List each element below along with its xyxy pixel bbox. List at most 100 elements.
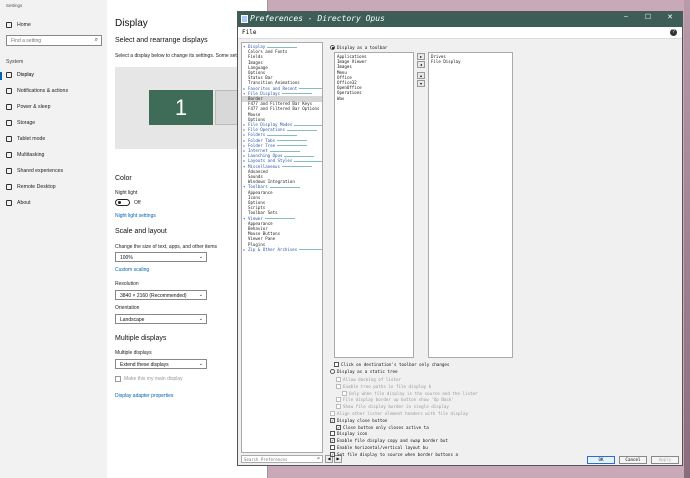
list-item[interactable]: Wav [337,96,344,101]
option-label: Close button only closes active ta [343,424,429,430]
night-light-settings-link[interactable]: Night light settings [115,213,156,219]
maximize-icon[interactable]: ☐ [638,13,658,21]
toolbar-radio[interactable] [330,45,335,50]
category-divider [264,218,295,220]
category-divider [294,124,322,126]
close-icon[interactable]: ✕ [660,13,680,21]
option-checkbox[interactable]: ✓ [330,417,335,423]
option-checkbox[interactable] [336,377,341,382]
dopus-titlebar: Preferences - Directory Opus – ☐ ✕ [238,12,682,27]
category-divider [267,134,298,136]
shared-icon [6,168,12,174]
chevron-down-icon: ⌄ [198,254,203,260]
settings-window-title: Settings [6,3,23,8]
chevron-down-icon: ⌄ [198,316,203,322]
minimize-icon[interactable]: – [616,13,636,20]
display-adapter-link[interactable]: Display adapter properties [115,393,173,399]
category-divider [294,160,322,162]
orientation-dropdown[interactable]: Landscape ⌄ [115,314,207,324]
option-label: Set file display to source when border b… [337,451,459,457]
category-divider [277,145,308,147]
toolbar-radio-label: Display as a toolbar [337,45,388,50]
find-setting-input[interactable]: Find a setting ⌕ [6,35,102,46]
nav-item-shared[interactable]: Shared experiences [6,168,63,174]
option-checkbox[interactable] [336,397,341,403]
option-checkbox[interactable]: ✓ [330,451,335,457]
scale-text: Change the size of text, apps, and other… [115,244,218,250]
category-divider [281,93,312,95]
remove-arrow-icon[interactable]: ◂ [417,61,425,68]
color-heading: Color [115,175,132,182]
option-checkbox[interactable] [330,431,335,437]
available-toolbars-list[interactable]: Applications Image Viewer Images Menu Office… [334,52,414,358]
main-display-checkbox[interactable] [115,376,121,382]
click-dest-checkbox[interactable] [334,362,339,367]
multiple-displays-dropdown[interactable]: Extend these displays ⌄ [115,359,207,369]
option-checkbox[interactable]: ✓ [330,438,335,444]
category-divider [269,150,300,152]
nav-item-power[interactable]: Power & sleep [6,104,50,110]
move-down-icon[interactable]: ▾ [417,80,425,87]
list-item[interactable]: File Display [431,59,461,64]
night-light-label: Night light [115,190,138,196]
storage-icon [6,120,12,126]
about-icon [6,200,12,206]
custom-scaling-link[interactable]: Custom scaling [115,267,149,273]
option-checkbox[interactable]: ✓ [336,424,341,430]
tree-category[interactable]: ▸ Zip & Other Archives [242,247,322,253]
night-light-toggle[interactable] [115,199,130,206]
category-divider [284,155,315,157]
monitor-1[interactable]: 1 [149,90,213,125]
app-icon [241,15,248,23]
cancel-button[interactable]: Cancel [619,456,647,464]
static-tree-radio[interactable] [330,369,335,374]
display-icon [6,72,12,78]
page-title: Display [115,18,148,29]
settings-nav: Settings Home Find a setting ⌕ System Dis… [0,0,107,478]
option-checkbox[interactable] [336,383,341,389]
nav-item-multitasking[interactable]: Multitasking [6,152,44,158]
selected-toolbars-list[interactable]: Drives File Display [428,52,513,358]
option-label: Display icon [337,431,368,437]
click-dest-label: Click on destination's toolbar only chan… [341,362,450,367]
rearrange-text: Select a display below to change its set… [115,53,240,59]
main-display-label: Make this my main display [124,376,183,382]
nav-item-notifications[interactable]: Notifications & actions [6,88,68,94]
settings-window: Settings Home Find a setting ⌕ System Dis… [0,0,270,478]
search-preferences-input[interactable]: Search Preferences ⌕ [241,455,323,463]
option-checkbox[interactable] [342,390,347,396]
orientation-label: Orientation [115,305,140,311]
option-checkbox[interactable] [330,445,335,450]
night-light-state: Off [134,200,141,206]
scale-dropdown[interactable]: 100% ⌄ [115,252,207,262]
option-checkbox[interactable] [330,411,335,416]
option-label: Enable file display copy and swap border… [337,438,448,444]
nav-item-display[interactable]: Display [6,72,34,78]
preferences-tree[interactable]: ▾ Display Colors and Fonts Fields Images Lan… [241,42,323,453]
remote-icon [6,184,12,190]
option-checkbox[interactable] [336,404,341,410]
category-divider [286,129,317,131]
category-divider [267,46,298,48]
add-arrow-icon[interactable]: ▸ [417,53,425,60]
option-label: Allow docking of lister [343,377,401,382]
nav-home[interactable]: Home [6,22,31,28]
search-icon: ⌕ [316,456,320,462]
resolution-dropdown[interactable]: 3840 × 2160 (Recommended) ⌄ [115,290,207,300]
power-icon [6,104,12,110]
apply-button[interactable]: Apply [651,456,679,464]
help-icon[interactable]: ? [670,29,677,36]
dopus-menubar: File ? [238,27,682,39]
menu-file[interactable]: File [242,29,256,36]
chevron-down-icon: ⌄ [198,361,203,367]
dopus-preferences-window: Preferences - Directory Opus – ☐ ✕ File … [237,11,683,466]
nav-item-tablet[interactable]: Tablet mode [6,136,45,142]
move-up-icon[interactable]: ▴ [417,72,425,79]
category-divider [277,140,308,142]
category-divider [281,166,312,168]
nav-item-storage[interactable]: Storage [6,120,35,126]
nav-item-remote[interactable]: Remote Desktop [6,184,56,190]
nav-item-about[interactable]: About [6,200,31,206]
multitasking-icon [6,152,12,158]
ok-button[interactable]: OK [587,456,615,464]
